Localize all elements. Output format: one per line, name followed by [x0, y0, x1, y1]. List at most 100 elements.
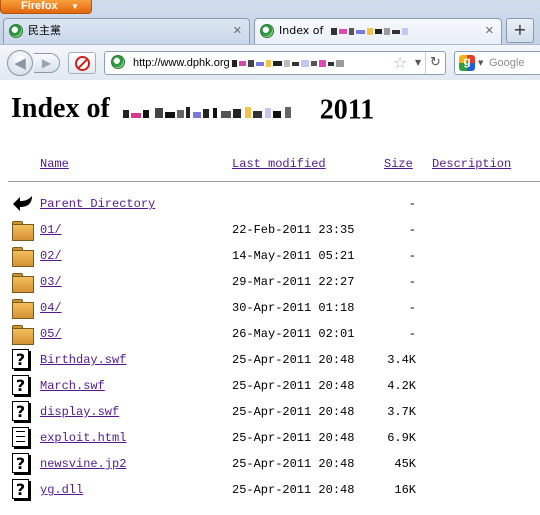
last-modified: 25-Apr-2011 20:48 [232, 483, 355, 497]
file-size: 3.4K [387, 353, 416, 367]
last-modified: 25-Apr-2011 20:48 [232, 353, 355, 367]
page-title-prefix: Index of [11, 93, 110, 124]
site-favicon-icon [111, 55, 125, 69]
unknown-file-icon[interactable] [12, 375, 29, 395]
folder-icon[interactable] [12, 271, 34, 293]
tab-label: 民主黨 [28, 24, 61, 37]
chevron-down-icon: ▼ [71, 2, 79, 11]
file-size: - [408, 275, 416, 289]
file-name-link[interactable]: Parent Directory [40, 197, 155, 211]
file-name-link[interactable]: 04/ [40, 301, 62, 315]
back-arrow-icon[interactable]: ◀ [7, 50, 33, 76]
page-title-year: 2011 [319, 94, 375, 126]
file-row: yg.dll 25-Apr-2011 20:48 16K [0, 477, 540, 503]
tab-dphk-home[interactable]: 民主黨 ✕ [3, 18, 250, 44]
file-row: newsvine.jp2 25-Apr-2011 20:48 45K [0, 451, 540, 477]
file-name-link[interactable]: display.swf [40, 405, 119, 419]
file-size: - [408, 197, 416, 211]
file-row: display.swf 25-Apr-2011 20:48 3.7K [0, 399, 540, 425]
site-favicon-icon [9, 24, 23, 38]
parent-directory-row: Parent Directory - [0, 191, 540, 217]
google-icon[interactable] [459, 54, 475, 71]
folder-icon[interactable] [12, 219, 34, 241]
text-file-icon[interactable] [12, 427, 29, 447]
unknown-file-icon[interactable] [12, 479, 29, 499]
file-size: - [408, 249, 416, 263]
file-name-link[interactable]: yg.dll [40, 483, 83, 497]
last-modified: 25-Apr-2011 20:48 [232, 379, 355, 393]
last-modified: 26-May-2011 02:01 [232, 327, 355, 341]
tab-label: Index of [279, 19, 411, 43]
file-row: 01/22-Feb-2011 23:35 - [0, 217, 540, 243]
last-modified: 30-Apr-2011 01:18 [232, 301, 355, 315]
file-row: Birthday.swf 25-Apr-2011 20:48 3.4K [0, 347, 540, 373]
file-size: 4.2K [387, 379, 416, 393]
file-name-link[interactable]: 01/ [40, 223, 62, 237]
close-tab-icon[interactable]: ✕ [485, 19, 494, 43]
last-modified: 25-Apr-2011 20:48 [232, 405, 355, 419]
last-modified: 25-Apr-2011 20:48 [232, 431, 355, 445]
file-name-link[interactable]: March.swf [40, 379, 105, 393]
navigation-toolbar: ◀ ▶ http://www.dphk.org ☆ ▼ ↻ g ▼ Google [0, 44, 540, 80]
stop-button[interactable] [68, 52, 96, 74]
page-title: Index of 2011 [11, 93, 374, 127]
new-tab-button[interactable]: + [506, 18, 534, 43]
forward-arrow-icon[interactable]: ▶ [34, 53, 60, 73]
file-row: 05/26-May-2011 02:01 - [0, 321, 540, 347]
file-name-link[interactable]: 03/ [40, 275, 62, 289]
file-name-link[interactable]: 05/ [40, 327, 62, 341]
file-size: - [408, 223, 416, 237]
file-name-link[interactable]: Birthday.swf [40, 353, 126, 367]
last-modified: 25-Apr-2011 20:48 [232, 457, 355, 471]
sort-by-description-link[interactable]: Description [432, 157, 511, 171]
url-text: http://www.dphk.org [133, 52, 350, 74]
sort-by-size-link[interactable]: Size [384, 157, 413, 171]
file-row: 04/30-Apr-2011 01:18 - [0, 295, 540, 321]
reload-icon[interactable]: ↻ [425, 52, 445, 74]
redacted-text [231, 59, 344, 67]
search-placeholder: Google [489, 57, 525, 69]
folder-icon[interactable] [12, 245, 34, 267]
file-row: exploit.html 25-Apr-2011 20:48 6.9K [0, 425, 540, 451]
redacted-text [330, 27, 408, 35]
file-name-link[interactable]: exploit.html [40, 431, 126, 445]
file-name-link[interactable]: 02/ [40, 249, 62, 263]
folder-icon[interactable] [12, 297, 34, 319]
site-favicon-icon [260, 24, 274, 38]
file-name-link[interactable]: newsvine.jp2 [40, 457, 126, 471]
browser-chrome: Firefox ▼ 民主黨 ✕ Index of ✕ + ◀ ▶ http://… [0, 0, 540, 80]
file-row: 03/29-Mar-2011 22:27 - [0, 269, 540, 295]
back-arrow-icon[interactable] [12, 193, 34, 215]
file-size: 6.9K [387, 431, 416, 445]
star-icon[interactable]: ☆ [393, 53, 407, 73]
file-size: - [408, 301, 416, 315]
folder-icon[interactable] [12, 323, 34, 345]
chevron-down-icon[interactable]: ▼ [415, 52, 421, 74]
search-input[interactable]: ▼ Google [454, 51, 540, 75]
last-modified: 14-May-2011 05:21 [232, 249, 355, 263]
file-size: 3.7K [387, 405, 416, 419]
file-size: 16K [394, 483, 416, 497]
file-row: 02/14-May-2011 05:21 - [0, 243, 540, 269]
header-divider [8, 181, 540, 182]
file-size: - [408, 327, 416, 341]
unknown-file-icon[interactable] [12, 349, 29, 369]
sort-by-name-link[interactable]: Name [40, 157, 69, 171]
chevron-down-icon[interactable]: ▼ [478, 52, 483, 74]
url-bar[interactable]: http://www.dphk.org ☆ ▼ ↻ [104, 51, 446, 75]
sort-by-modified-link[interactable]: Last modified [232, 157, 326, 171]
redacted-text [122, 106, 291, 118]
file-size: 45K [394, 457, 416, 471]
unknown-file-icon[interactable] [12, 453, 29, 473]
last-modified: 29-Mar-2011 22:27 [232, 275, 355, 289]
close-tab-icon[interactable]: ✕ [233, 19, 242, 43]
listing-header: Name Last modified Size Description [0, 157, 540, 173]
tab-index-of[interactable]: Index of ✕ [254, 18, 502, 45]
firefox-menu-button[interactable]: Firefox ▼ [0, 0, 92, 14]
file-row: March.swf 25-Apr-2011 20:48 4.2K [0, 373, 540, 399]
page-content: Index of 2011 Name Last modified Size De… [0, 81, 540, 515]
unknown-file-icon[interactable] [12, 401, 29, 421]
firefox-menu-label: Firefox [21, 0, 58, 12]
last-modified: 22-Feb-2011 23:35 [232, 223, 355, 237]
tab-label-text: Index of [279, 24, 324, 37]
